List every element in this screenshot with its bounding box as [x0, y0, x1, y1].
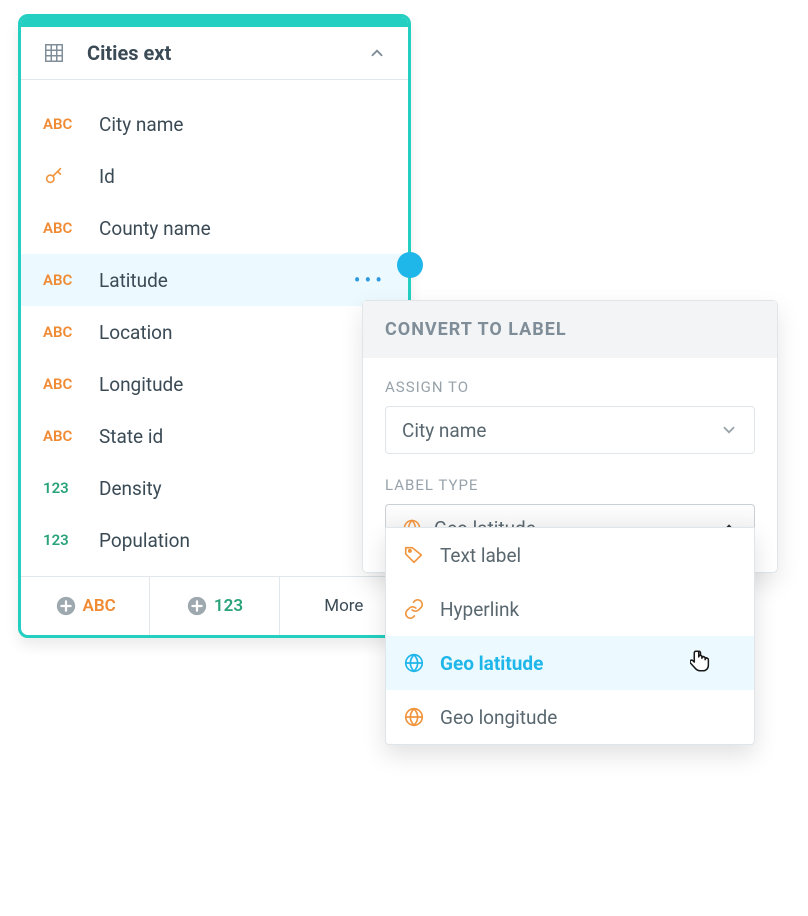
abc-type-icon: ABC: [43, 219, 81, 237]
abc-type-icon: ABC: [43, 115, 81, 133]
abc-type-icon: ABC: [43, 375, 81, 393]
panel-header[interactable]: Cities ext: [21, 27, 408, 80]
dropdown-option[interactable]: Text label: [386, 528, 754, 582]
field-name-label: State id: [99, 425, 386, 448]
assign-to-value: City name: [402, 419, 720, 442]
label-type-label: LABEL TYPE: [385, 476, 755, 494]
field-name-label: Location: [99, 321, 386, 344]
add-abc-button[interactable]: ABC: [21, 577, 150, 635]
add-123-button[interactable]: 123: [150, 577, 279, 635]
chevron-down-icon: [720, 421, 738, 439]
fields-panel: Cities ext ABC City name ••• Id••• ABC County…: [18, 14, 411, 638]
key-icon: [43, 165, 81, 187]
dropdown-option[interactable]: Geo latitude: [386, 636, 754, 690]
globe-icon: [402, 706, 426, 728]
field-row[interactable]: ABCCity name•••: [21, 98, 408, 150]
field-row[interactable]: ABC Latitude•••: [21, 254, 408, 306]
field-row[interactable]: ABCLocation•••: [21, 306, 408, 358]
chevron-up-icon[interactable]: [368, 44, 386, 62]
dropdown-option-label: Hyperlink: [440, 598, 519, 621]
field-row[interactable]: ABCState id•••: [21, 410, 408, 462]
link-icon: [402, 598, 426, 620]
numeric-type-icon: 123: [43, 479, 81, 497]
assign-to-select[interactable]: City name: [385, 406, 755, 454]
connector-dot: [397, 252, 423, 278]
assign-to-label: ASSIGN TO: [385, 378, 755, 396]
plus-circle-icon: [55, 595, 77, 617]
popup-header: CONVERT TO LABEL: [363, 301, 777, 358]
numeric-type-icon: 123: [43, 531, 81, 549]
tag-icon: [402, 544, 426, 566]
table-icon: [43, 42, 65, 64]
panel-top-bar: [21, 17, 408, 27]
footer-abc-label: ABC: [83, 596, 116, 616]
plus-circle-icon: [186, 595, 208, 617]
field-name-label: City name: [99, 113, 386, 136]
field-row[interactable]: Id•••: [21, 150, 408, 202]
dropdown-option[interactable]: Hyperlink: [386, 582, 754, 636]
field-list: ABCCity name•••Id•••ABCCounty name•••ABC…: [21, 80, 408, 566]
footer-123-label: 123: [214, 596, 243, 616]
field-name-label: Density: [99, 477, 386, 500]
dropdown-option[interactable]: Geo longitude: [386, 690, 754, 744]
field-row[interactable]: 123Population•••: [21, 514, 408, 566]
convert-popup: CONVERT TO LABEL ASSIGN TO City name LAB…: [362, 300, 778, 573]
field-name-label: County name: [99, 217, 386, 240]
label-type-dropdown: Text label Hyperlink Geo latitude Geo longi…: [385, 527, 755, 745]
footer-more-label: More: [324, 596, 363, 616]
dropdown-option-label: Geo longitude: [440, 706, 557, 729]
globe-icon: [402, 652, 426, 674]
panel-footer: ABC 123 More: [21, 576, 408, 635]
field-name-label: Population: [99, 529, 386, 552]
dropdown-option-label: Text label: [440, 544, 521, 567]
panel-title: Cities ext: [87, 41, 368, 65]
abc-type-icon: ABC: [43, 427, 81, 445]
more-dots-icon[interactable]: •••: [354, 268, 386, 292]
abc-type-icon: ABC: [43, 323, 81, 341]
field-row[interactable]: ABCLongitude•••: [21, 358, 408, 410]
field-name-label: Longitude: [99, 373, 386, 396]
field-name-label: Latitude: [99, 269, 354, 292]
cursor-pointer-icon: [690, 650, 712, 676]
field-name-label: Id: [99, 165, 386, 188]
field-row[interactable]: 123Density•••: [21, 462, 408, 514]
abc-type-icon: ABC: [43, 271, 81, 289]
field-row[interactable]: ABCCounty name•••: [21, 202, 408, 254]
dropdown-option-label: Geo latitude: [440, 652, 543, 675]
